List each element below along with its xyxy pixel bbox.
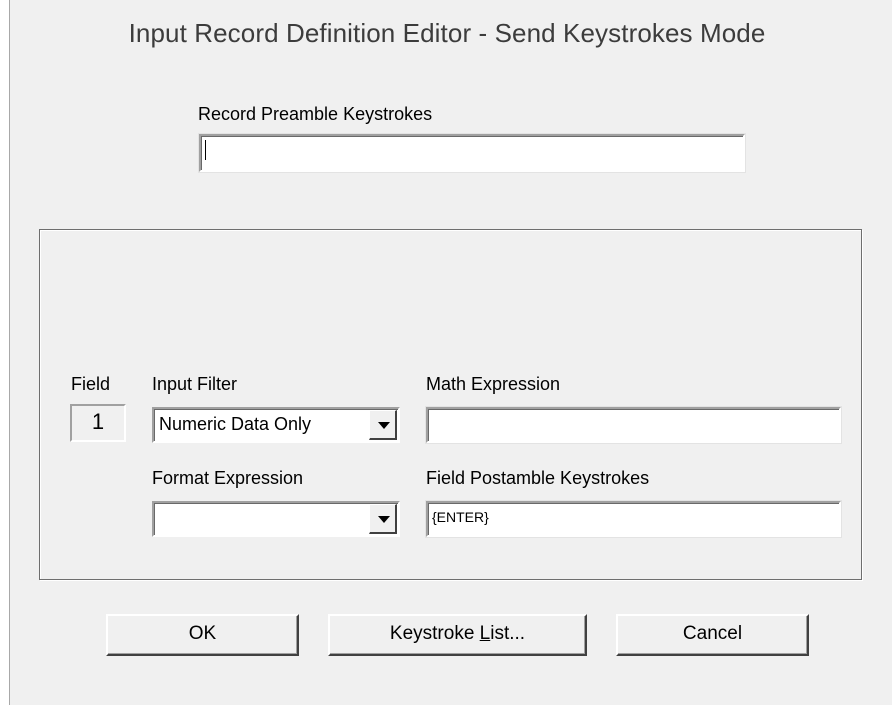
cancel-button[interactable]: Cancel	[616, 614, 809, 656]
field-postamble-input[interactable]: {ENTER}	[426, 501, 841, 537]
input-filter-label: Input Filter	[152, 374, 238, 394]
format-expression-select[interactable]	[152, 501, 400, 537]
ok-button[interactable]: OK	[106, 614, 299, 656]
input-filter-select[interactable]: Numeric Data Only	[152, 407, 400, 443]
window-title: Input Record Definition Editor - Send Ke…	[128, 18, 766, 48]
field-postamble-label: Field Postamble Keystrokes	[426, 468, 650, 488]
chevron-down-icon[interactable]	[369, 504, 397, 534]
keystroke-list-label-post: ist...	[490, 623, 526, 644]
record-preamble-input[interactable]	[199, 134, 745, 172]
text-caret	[205, 140, 206, 161]
keystroke-list-button[interactable]: Keystroke List...	[328, 614, 587, 656]
field-label: Field	[71, 374, 111, 394]
keystroke-list-label-pre: Keystroke	[389, 623, 480, 644]
math-expression-label: Math Expression	[426, 374, 561, 394]
keystroke-list-accelerator: L	[479, 623, 491, 644]
record-preamble-label: Record Preamble Keystrokes	[198, 104, 433, 124]
dialog-window: Input Record Definition Editor - Send Ke…	[9, 0, 892, 705]
title-bar[interactable]: Input Record Definition Editor - Send Ke…	[10, 0, 892, 84]
math-expression-input[interactable]	[426, 407, 841, 443]
field-number: 1	[70, 404, 126, 442]
format-expression-label: Format Expression	[152, 468, 304, 488]
chevron-down-icon[interactable]	[369, 410, 397, 440]
input-filter-value: Numeric Data Only	[159, 414, 312, 434]
